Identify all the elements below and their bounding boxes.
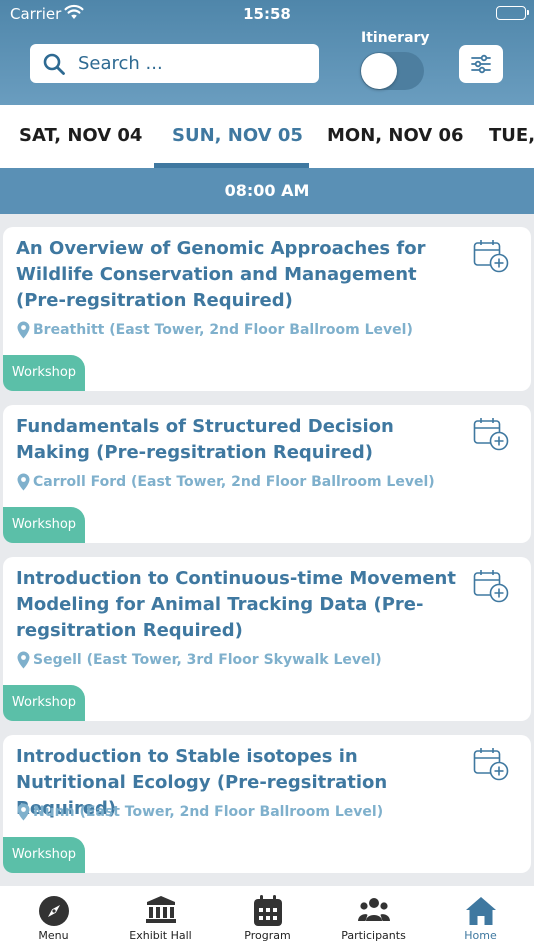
tab-participants[interactable]: Participants — [320, 886, 427, 950]
session-location-text: Nunn (East Tower, 2nd Floor Ballroom Lev… — [33, 804, 384, 820]
session-location-text: Breathitt (East Tower, 2nd Floor Ballroo… — [33, 322, 413, 338]
app-header: Carrier 15:58 Itinerary — [0, 0, 534, 105]
date-tab-sun-nov-05[interactable]: SUN, NOV 05 — [172, 105, 303, 168]
add-to-itinerary-button[interactable] — [473, 417, 509, 451]
calendar-add-icon — [473, 240, 509, 273]
session-title[interactable]: An Overview of Genomic Approaches for Wi… — [16, 236, 461, 314]
calendar-icon — [214, 895, 321, 927]
building-icon — [107, 895, 214, 927]
date-tab-sat-nov-04[interactable]: SAT, NOV 04 — [19, 105, 142, 168]
tab-home-label: Home — [464, 929, 497, 942]
session-type-tag: Workshop — [3, 507, 85, 543]
tab-home[interactable]: Home — [427, 886, 534, 950]
map-pin-icon — [17, 321, 30, 339]
add-to-itinerary-button[interactable] — [473, 747, 509, 781]
itinerary-label: Itinerary — [361, 30, 430, 46]
tab-exhibit-hall-label: Exhibit Hall — [129, 929, 192, 942]
date-tab-tue-nov-07[interactable]: TUE, NOV 07 — [489, 105, 534, 168]
session-card[interactable]: An Overview of Genomic Approaches for Wi… — [3, 227, 531, 391]
toggle-knob — [361, 53, 397, 89]
status-bar: Carrier 15:58 — [0, 0, 534, 28]
session-title[interactable]: Fundamentals of Structured Decision Maki… — [16, 414, 461, 466]
bottom-tab-bar: Menu Exhibit Hall Program Participants H… — [0, 886, 534, 950]
people-icon — [320, 895, 427, 927]
calendar-add-icon — [473, 748, 509, 781]
time-slot-header: 08:00 AM — [0, 168, 534, 214]
session-title[interactable]: Introduction to Continuous-time Movement… — [16, 566, 461, 644]
compass-icon — [0, 895, 107, 927]
session-type-tag: Workshop — [3, 837, 85, 873]
sliders-icon — [471, 54, 491, 74]
calendar-add-icon — [473, 418, 509, 451]
session-location-text: Segell (East Tower, 3rd Floor Skywalk Le… — [33, 652, 382, 668]
tab-program-label: Program — [244, 929, 291, 942]
session-type-tag: Workshop — [3, 685, 85, 721]
battery-icon — [496, 6, 529, 20]
map-pin-icon — [17, 803, 30, 821]
search-box[interactable] — [30, 44, 319, 83]
status-time: 15:58 — [243, 5, 291, 23]
add-to-itinerary-button[interactable] — [473, 239, 509, 273]
session-location-text: Carroll Ford (East Tower, 2nd Floor Ball… — [33, 474, 435, 490]
tab-program[interactable]: Program — [214, 886, 321, 950]
add-to-itinerary-button[interactable] — [473, 569, 509, 603]
calendar-add-icon — [473, 570, 509, 603]
search-icon — [43, 53, 65, 75]
session-card[interactable]: Introduction to Continuous-time Movement… — [3, 557, 531, 721]
map-pin-icon — [17, 651, 30, 669]
tab-menu-label: Menu — [38, 929, 69, 942]
date-tabs: SAT, NOV 04 SUN, NOV 05 MON, NOV 06 TUE,… — [0, 105, 534, 168]
tab-menu[interactable]: Menu — [0, 886, 107, 950]
session-card[interactable]: Introduction to Stable isotopes in Nutri… — [3, 735, 531, 873]
tab-exhibit-hall[interactable]: Exhibit Hall — [107, 886, 214, 950]
home-icon — [427, 895, 534, 927]
itinerary-toggle[interactable] — [360, 52, 424, 90]
tab-participants-label: Participants — [341, 929, 406, 942]
session-card[interactable]: Fundamentals of Structured Decision Maki… — [3, 405, 531, 543]
map-pin-icon — [17, 473, 30, 491]
filter-button[interactable] — [459, 45, 503, 83]
date-tab-mon-nov-06[interactable]: MON, NOV 06 — [327, 105, 464, 168]
session-type-tag: Workshop — [3, 355, 85, 391]
search-input[interactable] — [78, 50, 308, 77]
